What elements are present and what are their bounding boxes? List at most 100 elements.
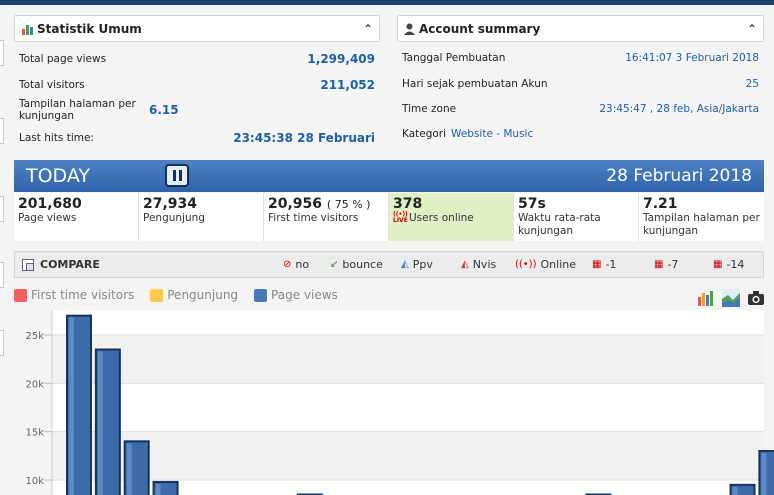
today-date: 28 Februari 2018 — [606, 166, 752, 186]
y-tick-label: 20k — [25, 379, 44, 390]
y-tick-label: 15k — [25, 428, 44, 439]
account-summary-header[interactable]: Account summary ⌃ — [397, 15, 764, 42]
left-tab[interactable] — [0, 262, 4, 288]
bar-highlight — [97, 351, 103, 495]
category-label: Kategori — [402, 128, 447, 140]
stat-caption: First time visitors — [268, 212, 359, 224]
collapse-icon[interactable]: ⌃ — [363, 22, 373, 36]
stat-number: 27,934 — [143, 196, 198, 212]
camera-icon[interactable] — [747, 289, 765, 307]
panel-title: Statistik Umum — [37, 21, 142, 36]
calendar-icon: ▦ — [654, 259, 664, 270]
stat-row: Total page views 1,299,409 — [19, 52, 375, 66]
stat-visitors[interactable]: 27,934 Pengunjung — [139, 193, 264, 241]
stat-caption: Page views — [18, 212, 77, 224]
account-row: Time zone 23:45:47 , 28 feb, Asia/Jakart… — [402, 103, 759, 115]
stat-label: Last hits time: — [19, 132, 94, 144]
user-icon — [404, 23, 415, 35]
stat-value: 1,299,409 — [307, 52, 375, 66]
y-tick-label: 10k — [25, 476, 44, 487]
legend-swatch — [150, 288, 164, 302]
panel-title: Account summary — [419, 21, 541, 36]
stat-caption: Tampilan halaman per kunjungan — [643, 212, 760, 237]
live-icon: ((•)) LIVE — [393, 211, 408, 224]
stat-value: 23:45:38 28 Februari — [233, 131, 375, 145]
stat-caption: Users online — [409, 212, 474, 224]
chart-legend: First time visitors Pengunjung Page view… — [14, 288, 354, 302]
stat-caption: Pengunjung — [143, 212, 205, 224]
stat-avg-time[interactable]: 57s Waktu rata-rata kunjungan — [514, 193, 639, 241]
stat-page-views[interactable]: 201,680 Page views — [14, 193, 139, 241]
compare-option-minus-1[interactable]: ▦ -1 — [592, 252, 616, 277]
compare-option-nvis[interactable]: ◭ Nvis — [461, 252, 496, 277]
compare-bar: COMPARE ⊘ no ↙ bounce ◭ Ppv ◭ Nvis ((•)) Onli… — [14, 251, 764, 278]
compare-option-no[interactable]: ⊘ no — [283, 252, 309, 277]
plot-band — [52, 335, 764, 384]
pause-button[interactable] — [165, 164, 189, 187]
today-bar: TODAY 28 Februari 2018 — [14, 160, 764, 192]
y-tick-label: 25k — [25, 331, 44, 342]
area-chart-toggle-icon[interactable] — [722, 289, 740, 307]
stat-number: 57s — [518, 196, 546, 212]
bar-highlight — [732, 486, 738, 495]
no-icon: ⊘ — [283, 259, 292, 270]
legend-first-time[interactable]: First time visitors — [14, 288, 134, 302]
compare-option-minus-14[interactable]: ▦ -14 — [713, 252, 744, 277]
left-tab[interactable] — [0, 118, 4, 144]
stat-pages-per-visit[interactable]: 7.21 Tampilan halaman per kunjungan — [639, 193, 764, 241]
account-row: Hari sejak pembuatan Akun 25 — [402, 78, 759, 90]
compare-option-bounce[interactable]: ↙ bounce — [330, 252, 383, 277]
stat-number: 7.21 — [643, 196, 678, 212]
pause-icon — [172, 170, 176, 181]
general-stats-header[interactable]: Statistik Umum ⌃ — [14, 15, 380, 42]
account-label: Tanggal Pembuatan — [402, 52, 506, 64]
account-summary-panel: Account summary ⌃ Tanggal Pembuatan 16:4… — [397, 15, 764, 150]
left-tab[interactable] — [0, 40, 4, 66]
stat-row: Last hits time: 23:45:38 28 Februari — [19, 131, 375, 145]
bar-chart-icon — [22, 24, 33, 35]
category-link[interactable]: Website - Music — [451, 128, 533, 140]
legend-page-views[interactable]: Page views — [254, 288, 338, 302]
legend-pengunjung[interactable]: Pengunjung — [150, 288, 238, 302]
compare-option-ppv[interactable]: ◭ Ppv — [401, 252, 433, 277]
stat-number: 20,956 — [268, 196, 323, 212]
account-label: Time zone — [402, 103, 457, 115]
calendar-icon: ▦ — [592, 259, 602, 270]
bar-highlight — [126, 443, 132, 495]
stat-number: 201,680 — [18, 196, 82, 212]
compare-option-online[interactable]: ((•)) Online — [515, 252, 576, 277]
stat-first-time[interactable]: 20,956 ( 75 % ) First time visitors — [264, 193, 389, 241]
compare-option-minus-7[interactable]: ▦ -7 — [654, 252, 678, 277]
account-label: Hari sejak pembuatan Akun — [402, 78, 548, 90]
top-bar — [0, 0, 774, 5]
compare-icon — [22, 258, 34, 271]
bar-highlight — [155, 483, 161, 495]
left-tab[interactable] — [0, 196, 4, 222]
bar-chart-toggle-icon[interactable] — [697, 289, 715, 307]
stat-label: Tampilan halaman per kunjungan — [19, 98, 136, 122]
stat-users-online[interactable]: 378 ((•)) LIVEUsers online — [389, 193, 514, 241]
account-value: 16:41:07 3 Februari 2018 — [625, 52, 759, 64]
account-row: Kategori Website - Music — [402, 128, 759, 140]
stat-number: 378 — [393, 196, 423, 212]
account-value: 23:45:47 , 28 feb, Asia/Jakarta — [599, 103, 759, 115]
stat-row: Tampilan halaman per kunjungan 6.15 — [19, 98, 375, 122]
calendar-icon: ▦ — [713, 259, 723, 270]
stat-label: Total visitors — [19, 79, 85, 91]
bar-highlight — [761, 453, 767, 495]
stat-caption: Waktu rata-rata kunjungan — [518, 212, 601, 237]
stat-value: 6.15 — [149, 103, 179, 117]
stat-row: Total visitors 211,052 — [19, 78, 375, 92]
nvis-icon: ◭ — [461, 259, 469, 270]
compare-label: COMPARE — [40, 258, 100, 271]
live-icon: ((•)) — [515, 259, 537, 270]
ppv-icon: ◭ — [401, 259, 409, 270]
account-value: 25 — [745, 78, 759, 90]
today-label: TODAY — [26, 165, 90, 187]
collapse-icon[interactable]: ⌃ — [747, 22, 757, 36]
pause-icon — [178, 170, 182, 181]
account-row: Tanggal Pembuatan 16:41:07 3 Februari 20… — [402, 52, 759, 64]
legend-swatch — [254, 288, 268, 302]
today-stats: 201,680 Page views 27,934 Pengunjung 20,… — [14, 193, 764, 241]
general-stats-panel: Statistik Umum ⌃ Total page views 1,299,… — [14, 15, 380, 150]
